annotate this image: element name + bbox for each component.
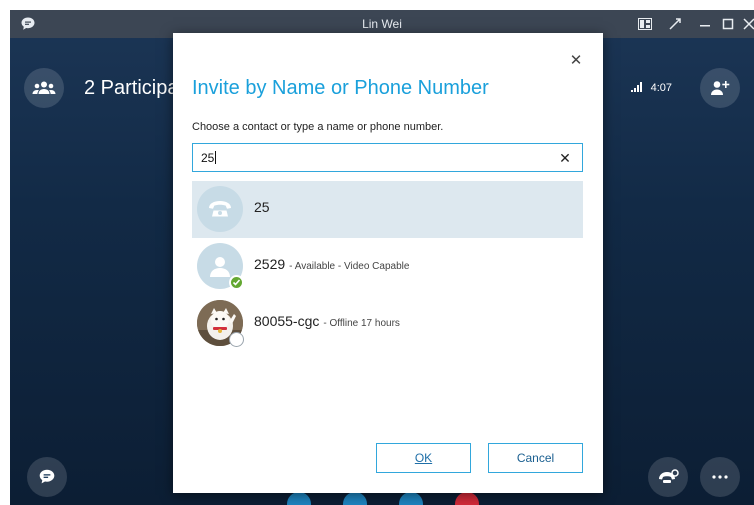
result-status: - Available - Video Capable — [289, 261, 410, 272]
result-status: - Offline 17 hours — [323, 318, 400, 329]
call-control-button[interactable] — [343, 492, 367, 505]
result-name: 25 — [254, 199, 270, 215]
maximize-icon[interactable] — [717, 14, 739, 34]
popout-icon[interactable] — [664, 14, 686, 34]
text-caret — [215, 151, 217, 164]
dialog-close-icon[interactable]: ✕ — [565, 49, 587, 71]
call-timer: 4:07 — [650, 82, 672, 94]
result-item[interactable]: 25 — [192, 181, 583, 238]
phone-icon — [197, 186, 243, 232]
close-icon[interactable] — [738, 14, 754, 34]
add-participant-icon[interactable] — [700, 68, 740, 108]
call-actions — [648, 457, 740, 497]
call-control-button[interactable] — [287, 492, 311, 505]
available-status-icon — [229, 275, 244, 290]
search-input[interactable]: 25 ✕ — [192, 143, 583, 172]
dialog-instruction: Choose a contact or type a name or phone… — [192, 121, 444, 133]
result-item[interactable]: 2529- Available - Video Capable — [192, 238, 583, 295]
result-name: 80055-cgc - Offline 17 hours — [254, 313, 400, 329]
search-input-value: 25 — [201, 151, 217, 165]
ok-button[interactable]: OK — [376, 443, 471, 473]
more-options-icon[interactable] — [700, 457, 740, 497]
chat-area[interactable] — [27, 457, 67, 497]
cancel-button[interactable]: Cancel — [488, 443, 583, 473]
offline-status-icon — [229, 332, 244, 347]
clear-search-icon[interactable]: ✕ — [556, 149, 574, 167]
call-status: 4:07 — [630, 68, 740, 108]
chat-icon[interactable] — [27, 457, 67, 497]
results-list: 25 2529- Available - Video Capable 80055… — [192, 181, 583, 352]
minimize-icon[interactable] — [694, 14, 716, 34]
invite-dialog: ✕ Invite by Name or Phone Number Choose … — [173, 33, 603, 493]
result-item[interactable]: 80055-cgc - Offline 17 hours — [192, 295, 583, 352]
signal-strength-icon — [630, 81, 643, 95]
layout-icon[interactable] — [634, 14, 656, 34]
result-name: 2529- Available - Video Capable — [254, 256, 410, 272]
dialog-title: Invite by Name or Phone Number — [192, 77, 489, 99]
call-settings-icon[interactable] — [648, 457, 688, 497]
participants-icon[interactable] — [24, 68, 64, 108]
end-call-button[interactable] — [455, 492, 479, 505]
call-control-button[interactable] — [399, 492, 423, 505]
